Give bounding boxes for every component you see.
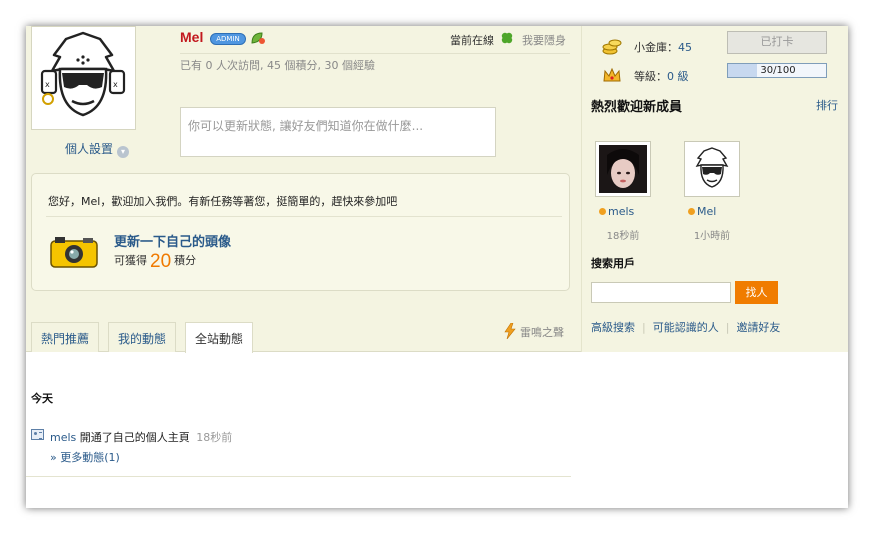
vault-value[interactable]: 45: [678, 41, 692, 54]
profile-card-icon: [31, 429, 44, 440]
svg-text:x: x: [113, 80, 118, 89]
settings-label: 個人設置: [65, 142, 114, 156]
progress-text: 30/100: [760, 65, 796, 76]
svg-text:x: x: [45, 80, 50, 89]
location-pin-icon: [688, 208, 695, 215]
search-users-input[interactable]: [591, 282, 731, 303]
member-photo: [599, 145, 647, 193]
divider: [180, 53, 570, 54]
separator: |: [725, 321, 730, 334]
search-users-title: 搜索用戶: [591, 257, 635, 270]
default-avatar-icon: [695, 147, 729, 188]
username[interactable]: Mel: [180, 29, 203, 45]
user-avatar[interactable]: x x: [31, 26, 136, 130]
admin-badge: ADMIN: [210, 33, 246, 45]
level-value[interactable]: 0 級: [667, 70, 689, 83]
lightning-icon: [504, 323, 516, 339]
ranking-link[interactable]: 排行: [816, 97, 838, 113]
online-status: 當前在線: [450, 34, 494, 47]
task-update-avatar-link[interactable]: 更新一下自己的頭像: [114, 231, 231, 250]
member-name[interactable]: mels: [595, 205, 651, 218]
feed-day-heading: 今天: [31, 392, 53, 405]
people-you-may-know-link[interactable]: 可能認識的人: [653, 321, 719, 334]
clover-icon: [501, 32, 513, 44]
profile-settings-link[interactable]: 個人設置 ▾: [65, 140, 130, 158]
member-joined-time: 1小時前: [693, 231, 731, 242]
sidebar: 小金庫：45 已打卡 等級：0 級 30/100 熱烈歡迎新成員 排行 mels…: [581, 26, 848, 352]
profile-stats: 已有 0 人次訪問, 45 個積分, 30 個經驗: [180, 59, 375, 72]
member-name-text: Mel: [697, 205, 717, 218]
member-name[interactable]: Mel: [684, 205, 740, 218]
vault: 小金庫：45: [634, 39, 692, 55]
member-name-text: mels: [608, 205, 635, 218]
divider: [26, 476, 571, 477]
default-avatar-icon: x x: [40, 31, 126, 117]
divider: [46, 216, 562, 217]
thunder-link[interactable]: 雷鳴之聲: [520, 324, 564, 340]
feed-action: 開通了自己的個人主頁: [79, 431, 190, 444]
advanced-search-link[interactable]: 高級搜索: [591, 321, 635, 334]
camera-icon: [50, 237, 98, 268]
welcome-task-box: 您好，Mel，歡迎加入我們。有新任務等著您，挺簡單的，趕快來參加吧 更新一下自己…: [31, 173, 570, 291]
feed-user-link[interactable]: mels: [50, 431, 76, 444]
member-joined-time: 18秒前: [606, 231, 640, 242]
new-members-title: 熱烈歡迎新成員: [591, 100, 683, 115]
vault-label: 小金庫：: [634, 41, 678, 54]
reward-points: 20: [150, 251, 172, 272]
location-pin-icon: [599, 208, 606, 215]
checkin-button[interactable]: 已打卡: [727, 31, 827, 54]
welcome-message: 您好，Mel，歡迎加入我們。有新任務等著您，挺簡單的，趕快來參加吧: [48, 195, 398, 208]
status-update-input[interactable]: 你可以更新狀態, 讓好友們知道你在做什麼...: [180, 107, 496, 157]
find-people-button[interactable]: 找人: [735, 281, 778, 304]
feed-time: 18秒前: [196, 431, 233, 444]
level-label: 等級：: [634, 70, 667, 83]
member-avatar[interactable]: [595, 141, 651, 197]
sidebar-links: 高級搜索 | 可能認識的人 | 邀請好友: [591, 319, 780, 335]
task-reward: 可獲得 20 積分: [114, 251, 196, 273]
chevron-down-icon: ▾: [117, 146, 130, 158]
tab-popular[interactable]: 熱門推薦: [31, 322, 100, 352]
experience-progress-bar: 30/100: [727, 63, 827, 78]
separator: |: [642, 321, 646, 334]
tab-site-activity[interactable]: 全站動態: [185, 322, 254, 353]
gold-coins-icon: [602, 39, 622, 55]
level: 等級：0 級: [634, 68, 689, 84]
reward-suffix: 積分: [174, 254, 197, 267]
feed-item: mels 開通了自己的個人主頁 18秒前: [50, 429, 232, 445]
member-avatar[interactable]: [684, 141, 740, 197]
page-frame: x x 個人設置 ▾ Mel ADMIN 當前在線 我要隱身 已有 0 人次訪問,…: [26, 26, 848, 508]
reward-prefix: 可獲得: [114, 254, 147, 267]
go-invisible-link[interactable]: 我要隱身: [522, 32, 566, 48]
more-activity-link[interactable]: » 更多動態(1): [50, 449, 120, 465]
tab-my-activity[interactable]: 我的動態: [108, 322, 177, 352]
leaf-medal-icon: [251, 32, 265, 44]
crown-icon: [603, 67, 621, 82]
invite-friends-link[interactable]: 邀請好友: [736, 321, 780, 334]
